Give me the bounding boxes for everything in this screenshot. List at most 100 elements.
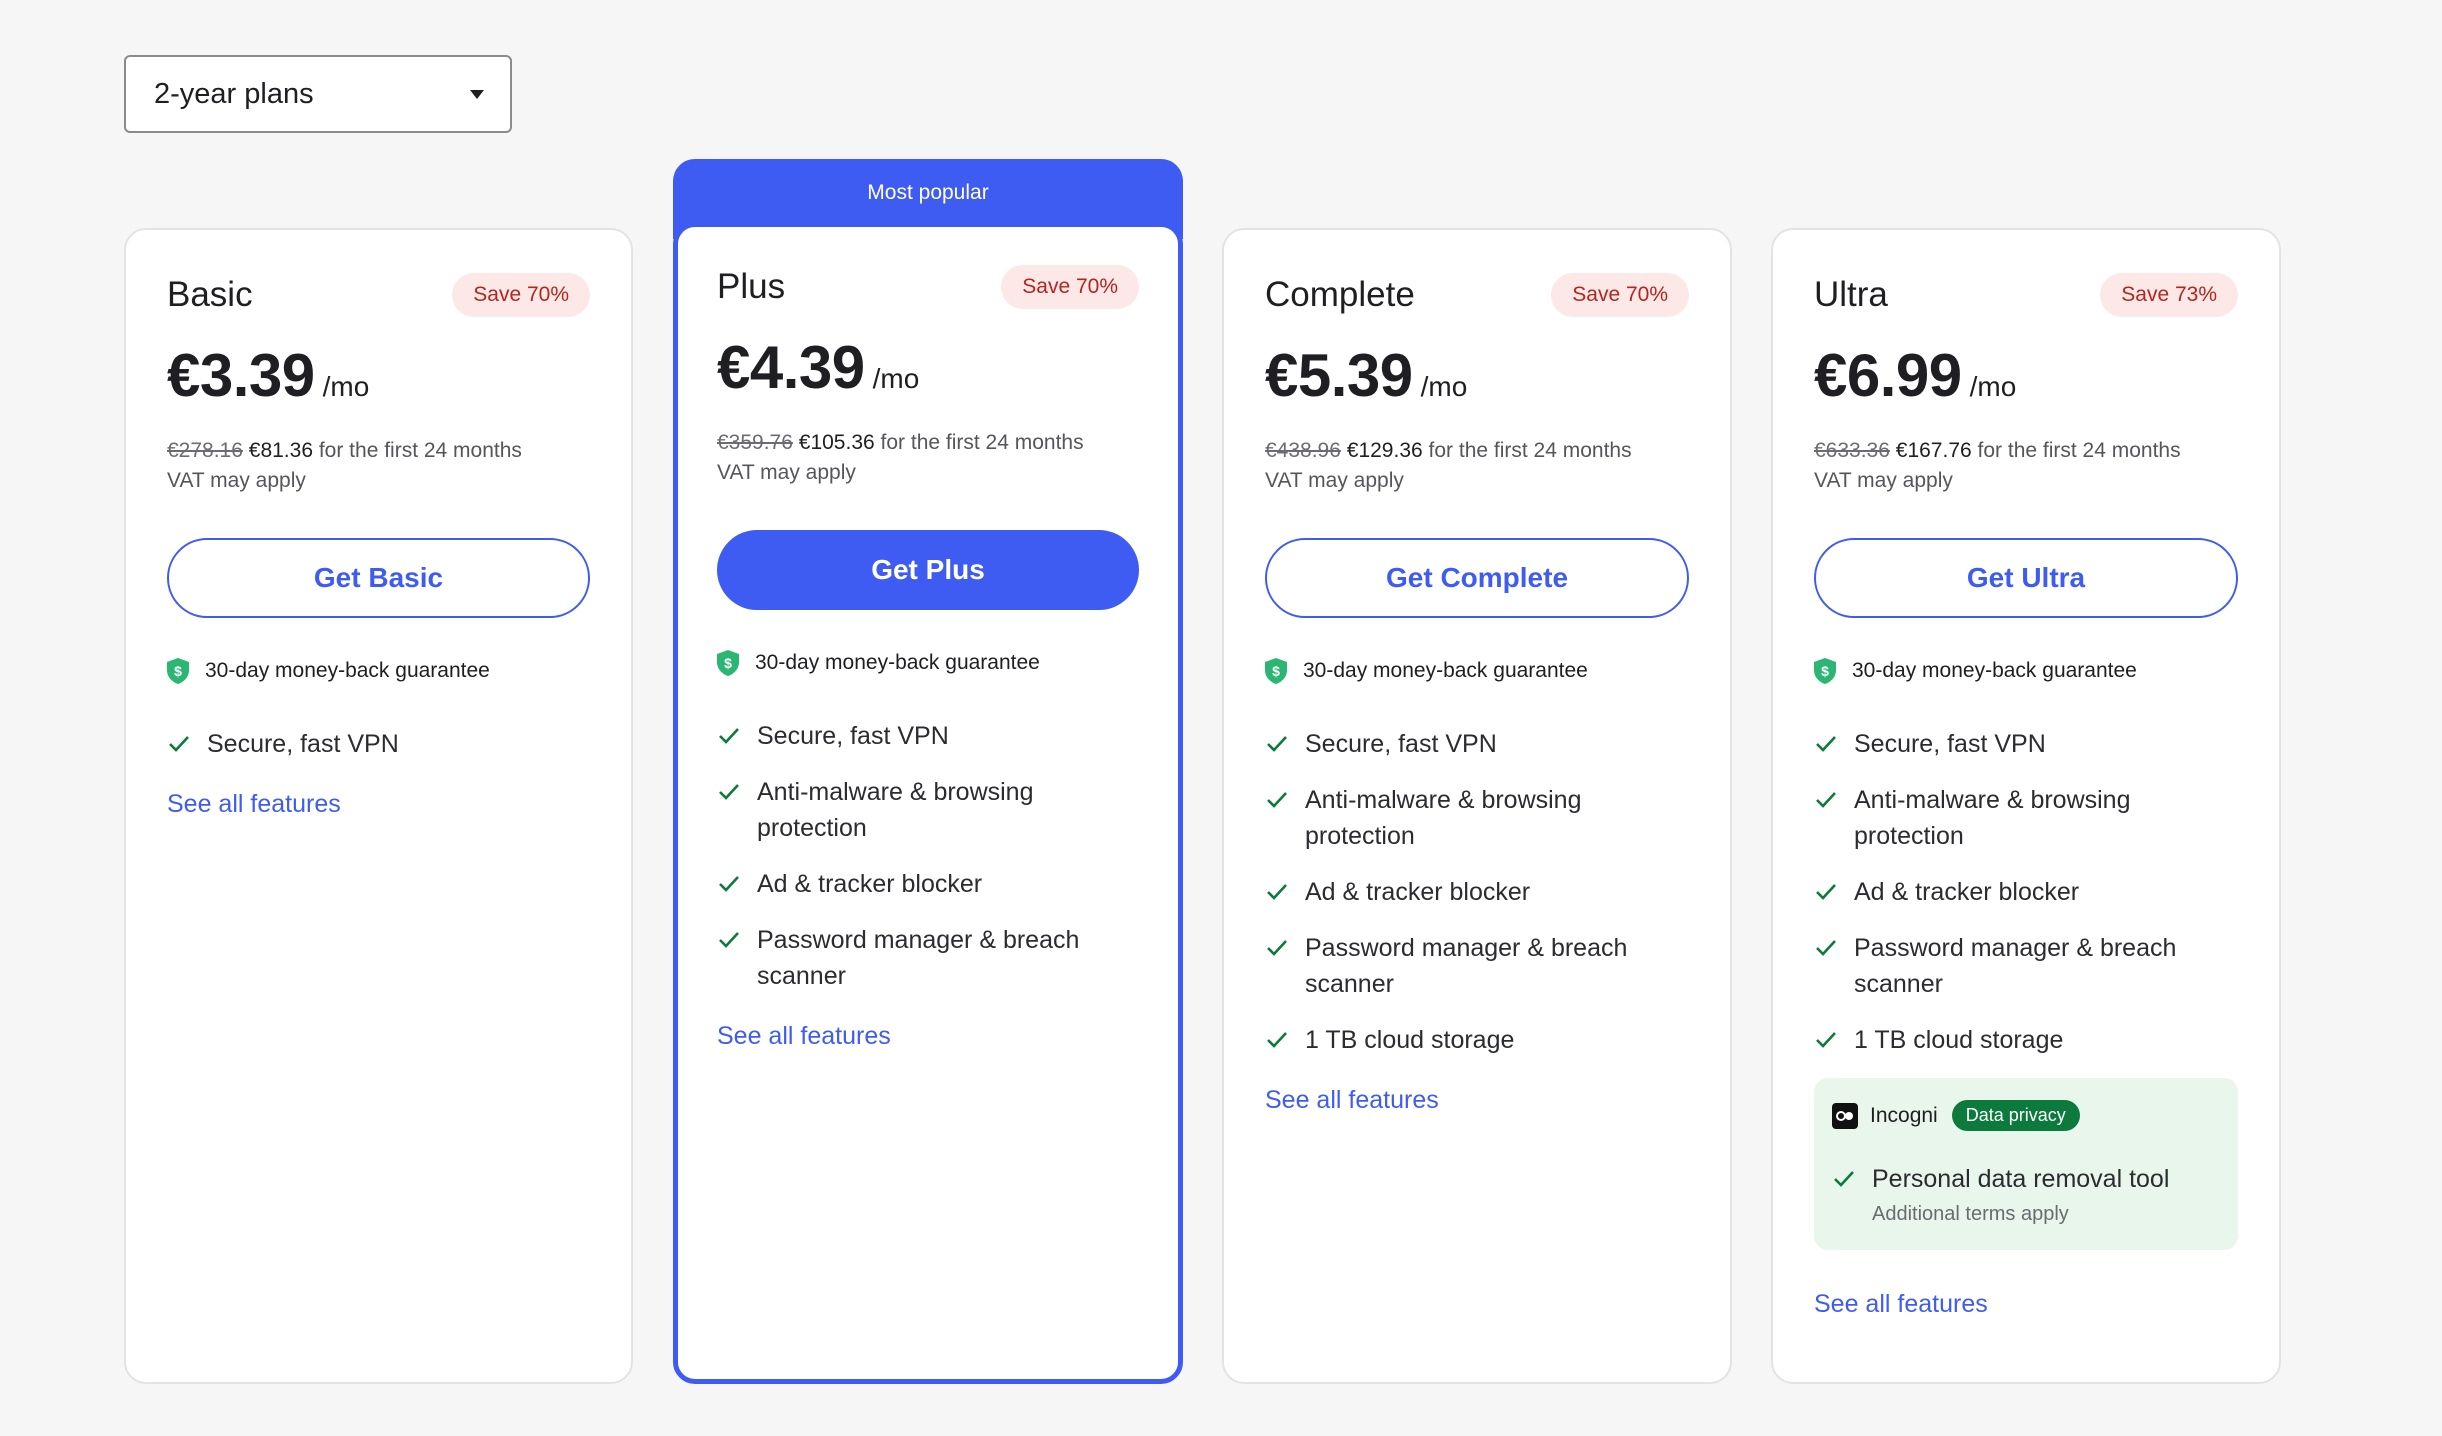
feature-text: Ad & tracker blocker — [1854, 878, 2080, 906]
feature-item: Secure, fast VPN — [1814, 726, 2238, 762]
price-period: /mo — [1420, 371, 1468, 402]
discounted-total: €81.36 — [248, 439, 313, 462]
feature-item: Password manager & breach scanner — [717, 922, 1139, 994]
get-basic-button[interactable]: Get Basic — [167, 538, 590, 618]
feature-text: Ad & tracker blocker — [757, 870, 983, 898]
plan-price: €3.39 — [167, 342, 315, 409]
billing-info: €438.96 €129.36 for the first 24 months … — [1265, 436, 1689, 496]
plan-duration-value: 2-year plans — [154, 77, 314, 110]
feature-item: Personal data removal tool — [1832, 1161, 2220, 1197]
incogni-logo-icon — [1832, 1102, 1858, 1129]
billing-period: for the first 24 months — [1422, 439, 1632, 462]
original-total: €633.36 — [1814, 439, 1890, 462]
feature-item: Password manager & breach scanner — [1265, 930, 1689, 1002]
save-badge: Save 73% — [2100, 273, 2238, 317]
plan-duration-dropdown[interactable]: 2-year plans — [124, 55, 512, 133]
additional-terms-note: Additional terms apply — [1872, 1203, 2069, 1225]
get-complete-button[interactable]: Get Complete — [1265, 538, 1689, 618]
billing-info: €359.76 €105.36 for the first 24 months … — [717, 428, 1139, 488]
svg-text:$: $ — [1821, 663, 1829, 679]
feature-text: 1 TB cloud storage — [1305, 1026, 1515, 1054]
feature-list: Secure, fast VPN Anti-malware & browsing… — [1265, 726, 1689, 1058]
plan-price: €6.99 — [1814, 342, 1962, 409]
feature-item: 1 TB cloud storage — [1265, 1022, 1689, 1058]
see-all-features-link[interactable]: See all features — [1265, 1086, 1439, 1115]
check-icon — [719, 932, 739, 948]
feature-text: Password manager & breach scanner — [1305, 934, 1628, 998]
guarantee-text: 30-day money-back guarantee — [1303, 659, 1588, 682]
guarantee-text: 30-day money-back guarantee — [1852, 659, 2137, 682]
plan-card-plus: Plus Save 70% €4.39 /mo €359.76 €105.36 … — [673, 222, 1183, 1384]
check-icon — [1834, 1171, 1854, 1187]
see-all-features-link[interactable]: See all features — [167, 790, 341, 819]
vat-note: VAT may apply — [1814, 469, 1953, 492]
feature-item: Ad & tracker blocker — [717, 866, 1139, 902]
billing-period: for the first 24 months — [313, 439, 522, 462]
feature-list: Secure, fast VPN Anti-malware & browsing… — [717, 718, 1139, 994]
original-total: €438.96 — [1265, 439, 1341, 462]
feature-text: Secure, fast VPN — [757, 722, 949, 750]
original-total: €278.16 — [167, 439, 243, 462]
guarantee-text: 30-day money-back guarantee — [205, 659, 490, 682]
vat-note: VAT may apply — [717, 461, 856, 484]
billing-period: for the first 24 months — [1971, 439, 2181, 462]
plan-name: Basic — [167, 275, 253, 314]
svg-text:$: $ — [724, 655, 732, 671]
discounted-total: €167.76 — [1895, 439, 1972, 462]
check-icon — [719, 784, 739, 800]
see-all-features-link[interactable]: See all features — [1814, 1290, 1988, 1319]
plan-price: €4.39 — [717, 334, 865, 401]
billing-info: €633.36 €167.76 for the first 24 months … — [1814, 436, 2238, 496]
original-total: €359.76 — [717, 431, 793, 454]
feature-item: Secure, fast VPN — [167, 726, 590, 762]
get-plus-button[interactable]: Get Plus — [717, 530, 1139, 610]
svg-text:$: $ — [1272, 663, 1280, 679]
shield-dollar-icon: $ — [1265, 658, 1287, 684]
feature-item: Password manager & breach scanner — [1814, 930, 2238, 1002]
feature-item: Secure, fast VPN — [717, 718, 1139, 754]
vat-note: VAT may apply — [167, 469, 306, 492]
check-icon — [1267, 1032, 1287, 1048]
discounted-total: €129.36 — [1346, 439, 1423, 462]
plan-card-complete: Complete Save 70% €5.39 /mo €438.96 €129… — [1222, 228, 1732, 1384]
incogni-brand: Incogni — [1870, 1103, 1938, 1127]
money-back-guarantee: $ 30-day money-back guarantee — [167, 658, 590, 684]
plan-card-basic: Basic Save 70% €3.39 /mo €278.16 €81.36 … — [124, 228, 633, 1384]
feature-text: Secure, fast VPN — [1305, 730, 1497, 758]
check-icon — [1267, 940, 1287, 956]
check-icon — [169, 736, 189, 752]
billing-period: for the first 24 months — [874, 431, 1084, 454]
incogni-addon: Incogni Data privacy Personal data remov… — [1814, 1078, 2238, 1250]
check-icon — [1267, 736, 1287, 752]
feature-text: Password manager & breach scanner — [757, 926, 1080, 990]
feature-item: 1 TB cloud storage — [1814, 1022, 2238, 1058]
feature-text: 1 TB cloud storage — [1854, 1026, 2064, 1054]
feature-item: Anti-malware & browsing protection — [1814, 782, 2238, 854]
incogni-feature-list: Personal data removal tool — [1832, 1161, 2220, 1197]
check-icon — [719, 728, 739, 744]
shield-dollar-icon: $ — [167, 658, 189, 684]
shield-dollar-icon: $ — [1814, 658, 1836, 684]
money-back-guarantee: $ 30-day money-back guarantee — [1265, 658, 1689, 684]
get-ultra-button[interactable]: Get Ultra — [1814, 538, 2238, 618]
price-period: /mo — [872, 363, 920, 394]
see-all-features-link[interactable]: See all features — [717, 1022, 891, 1051]
plan-card-ultra: Ultra Save 73% €6.99 /mo €633.36 €167.76… — [1771, 228, 2281, 1384]
svg-text:$: $ — [174, 663, 182, 679]
feature-text: Anti-malware & browsing protection — [757, 778, 1034, 842]
caret-down-icon — [470, 89, 484, 99]
price-period: /mo — [322, 371, 370, 402]
discounted-total: €105.36 — [798, 431, 875, 454]
feature-item: Ad & tracker blocker — [1265, 874, 1689, 910]
data-privacy-tag: Data privacy — [1951, 1100, 2080, 1131]
check-icon — [1816, 940, 1836, 956]
feature-text: Secure, fast VPN — [207, 730, 399, 758]
feature-text: Personal data removal tool — [1872, 1165, 2170, 1193]
billing-info: €278.16 €81.36 for the first 24 months V… — [167, 436, 590, 496]
check-icon — [1816, 736, 1836, 752]
save-badge: Save 70% — [1001, 265, 1139, 309]
plan-name: Plus — [717, 267, 786, 306]
check-icon — [1816, 1032, 1836, 1048]
feature-text: Anti-malware & browsing protection — [1305, 786, 1582, 850]
feature-list: Secure, fast VPN — [167, 726, 590, 762]
